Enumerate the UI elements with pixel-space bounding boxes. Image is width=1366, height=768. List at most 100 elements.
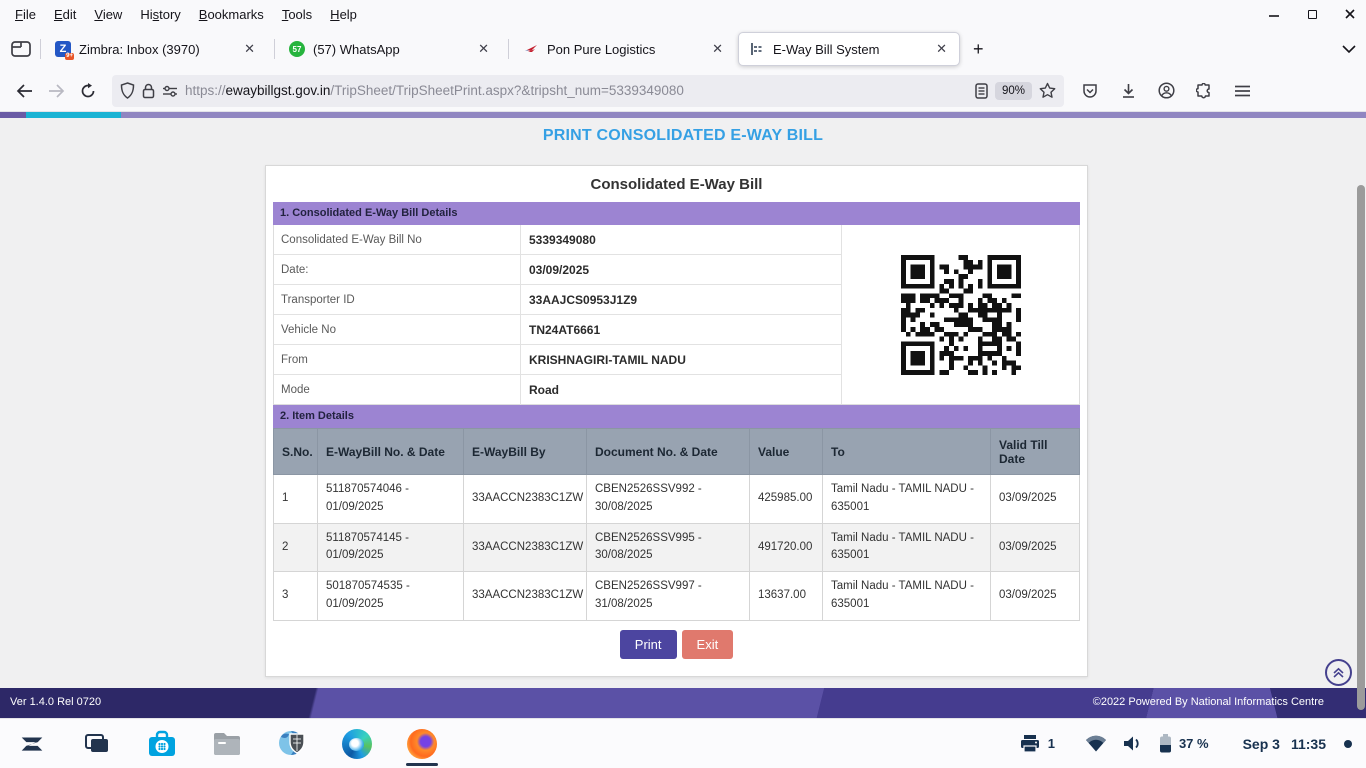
menu-file[interactable]: File <box>6 4 45 25</box>
taskbar-files[interactable] <box>207 721 247 767</box>
site-footer: Ver 1.4.0 Rel 0720 ©2022 Powered By Nati… <box>0 688 1366 718</box>
section-details-header: 1. Consolidated E-Way Bill Details <box>273 202 1080 225</box>
table-cell: 03/09/2025 <box>991 572 1080 621</box>
tab-close-icon[interactable]: ✕ <box>708 39 727 59</box>
restore-button[interactable] <box>1304 6 1320 22</box>
tab-ewaybill[interactable]: E-Way Bill System ✕ <box>738 32 960 66</box>
print-button[interactable]: Print <box>620 630 677 659</box>
page-title: PRINT CONSOLIDATED E-WAY BILL <box>0 127 1366 145</box>
column-header: Value <box>750 429 823 475</box>
taskbar-firefox-browser[interactable] <box>402 721 442 767</box>
printer-tray-item[interactable]: 1 <box>1019 734 1055 753</box>
edge-browser-icon <box>342 729 372 759</box>
menu-edit[interactable]: Edit <box>45 4 85 25</box>
tab-whatsapp[interactable]: 57(57) WhatsApp✕ <box>279 32 501 66</box>
qr-code <box>901 255 1021 375</box>
firefox-view-button[interactable] <box>6 34 36 64</box>
taskbar-tor-browser[interactable] <box>272 721 312 767</box>
printer-count: 1 <box>1048 736 1055 751</box>
lock-icon[interactable] <box>142 83 155 99</box>
tray-date[interactable]: Sep 3 <box>1243 736 1280 752</box>
table-row: 3501870574535 - 01/09/202533AACCN2383C1Z… <box>274 572 1080 621</box>
account-icon[interactable] <box>1150 76 1182 106</box>
scrollbar-thumb[interactable] <box>1357 185 1365 710</box>
url-bar[interactable]: https://ewaybillgst.gov.in/TripSheet/Tri… <box>112 75 1064 107</box>
table-cell: Tamil Nadu - TAMIL NADU - 635001 <box>823 475 991 524</box>
detail-value: KRISHNAGIRI-TAMIL NADU <box>521 345 841 374</box>
reload-button[interactable] <box>72 76 104 106</box>
tab-zimbra[interactable]: Z9+Zimbra: Inbox (3970)✕ <box>45 32 267 66</box>
taskbar-workspaces[interactable] <box>77 721 117 767</box>
url-text[interactable]: https://ewaybillgst.gov.in/TripSheet/Tri… <box>185 83 968 98</box>
tab-close-icon[interactable]: ✕ <box>240 39 259 59</box>
battery-percent: 37 % <box>1179 736 1209 751</box>
detail-value: 5339349080 <box>521 225 841 254</box>
detail-label: Date: <box>274 255 521 284</box>
menu-help[interactable]: Help <box>321 4 366 25</box>
tab-close-icon[interactable]: ✕ <box>474 39 493 59</box>
column-header: E-WayBill By <box>464 429 587 475</box>
menu-hamburger-icon[interactable] <box>1226 76 1258 106</box>
column-header: Document No. & Date <box>587 429 750 475</box>
scroll-to-top-button[interactable] <box>1325 659 1352 686</box>
detail-row-4: FromKRISHNAGIRI-TAMIL NADU <box>274 345 841 375</box>
zorin-menu-icon <box>17 729 47 759</box>
eway-bill-card: Consolidated E-Way Bill 1. Consolidated … <box>265 165 1088 677</box>
exit-button[interactable]: Exit <box>682 630 734 659</box>
table-cell: 33AACCN2383C1ZW <box>464 572 587 621</box>
firefox-browser-icon <box>407 729 437 759</box>
notification-dot-icon <box>1344 740 1352 748</box>
navigation-toolbar: https://ewaybillgst.gov.in/TripSheet/Tri… <box>0 70 1366 112</box>
volume-icon[interactable] <box>1123 735 1143 752</box>
table-cell: CBEN2526SSV997 - 31/08/2025 <box>587 572 750 621</box>
page-viewport: PRINT CONSOLIDATED E-WAY BILL Consolidat… <box>0 112 1366 718</box>
files-icon <box>212 731 242 757</box>
detail-label: Vehicle No <box>274 315 521 344</box>
table-cell: 03/09/2025 <box>991 523 1080 572</box>
table-cell: 511870574046 - 01/09/2025 <box>318 475 464 524</box>
detail-row-3: Vehicle NoTN24AT6661 <box>274 315 841 345</box>
taskbar: 1 37 % Sep 3 11:35 <box>0 718 1366 768</box>
extensions-icon[interactable] <box>1188 76 1220 106</box>
table-cell: 2 <box>274 523 318 572</box>
wifi-icon[interactable] <box>1085 735 1107 752</box>
back-button[interactable] <box>8 76 40 106</box>
taskbar-software-store[interactable] <box>142 721 182 767</box>
minimize-button[interactable] <box>1266 6 1282 22</box>
shield-icon[interactable] <box>120 82 135 99</box>
battery-tray-item[interactable]: 37 % <box>1159 734 1209 753</box>
tab-title: E-Way Bill System <box>773 42 924 57</box>
detail-label: Transporter ID <box>274 285 521 314</box>
window-controls <box>1266 0 1358 28</box>
detail-label: Consolidated E-Way Bill No <box>274 225 521 254</box>
site-top-border <box>0 112 1366 118</box>
tray-time[interactable]: 11:35 <box>1291 736 1326 752</box>
table-cell: Tamil Nadu - TAMIL NADU - 635001 <box>823 523 991 572</box>
taskbar-edge-browser[interactable] <box>337 721 377 767</box>
table-cell: Tamil Nadu - TAMIL NADU - 635001 <box>823 572 991 621</box>
pocket-icon[interactable] <box>1074 76 1106 106</box>
detail-row-5: ModeRoad <box>274 375 841 405</box>
table-cell: 1 <box>274 475 318 524</box>
menu-view[interactable]: View <box>85 4 131 25</box>
bookmark-star-icon[interactable] <box>1039 82 1056 99</box>
battery-icon <box>1159 734 1172 753</box>
list-all-tabs-button[interactable] <box>1342 45 1356 54</box>
table-cell: 33AACCN2383C1ZW <box>464 523 587 572</box>
taskbar-zorin-menu[interactable] <box>12 721 52 767</box>
downloads-icon[interactable] <box>1112 76 1144 106</box>
forward-button[interactable] <box>40 76 72 106</box>
footer-copyright: ©2022 Powered By National Informatics Ce… <box>1093 696 1324 708</box>
menu-bookmarks[interactable]: Bookmarks <box>190 4 273 25</box>
ponpure-favicon <box>523 41 539 57</box>
reader-view-icon[interactable] <box>975 83 988 99</box>
menu-tools[interactable]: Tools <box>273 4 321 25</box>
new-tab-button[interactable]: + <box>963 39 994 60</box>
tab-close-icon[interactable]: ✕ <box>932 39 951 59</box>
tab-ponpure[interactable]: Pon Pure Logistics✕ <box>513 32 735 66</box>
permissions-icon[interactable] <box>162 85 178 97</box>
close-button[interactable] <box>1342 6 1358 22</box>
zoom-level-badge[interactable]: 90% <box>995 82 1032 100</box>
menu-history[interactable]: History <box>131 4 189 25</box>
table-cell: 501870574535 - 01/09/2025 <box>318 572 464 621</box>
